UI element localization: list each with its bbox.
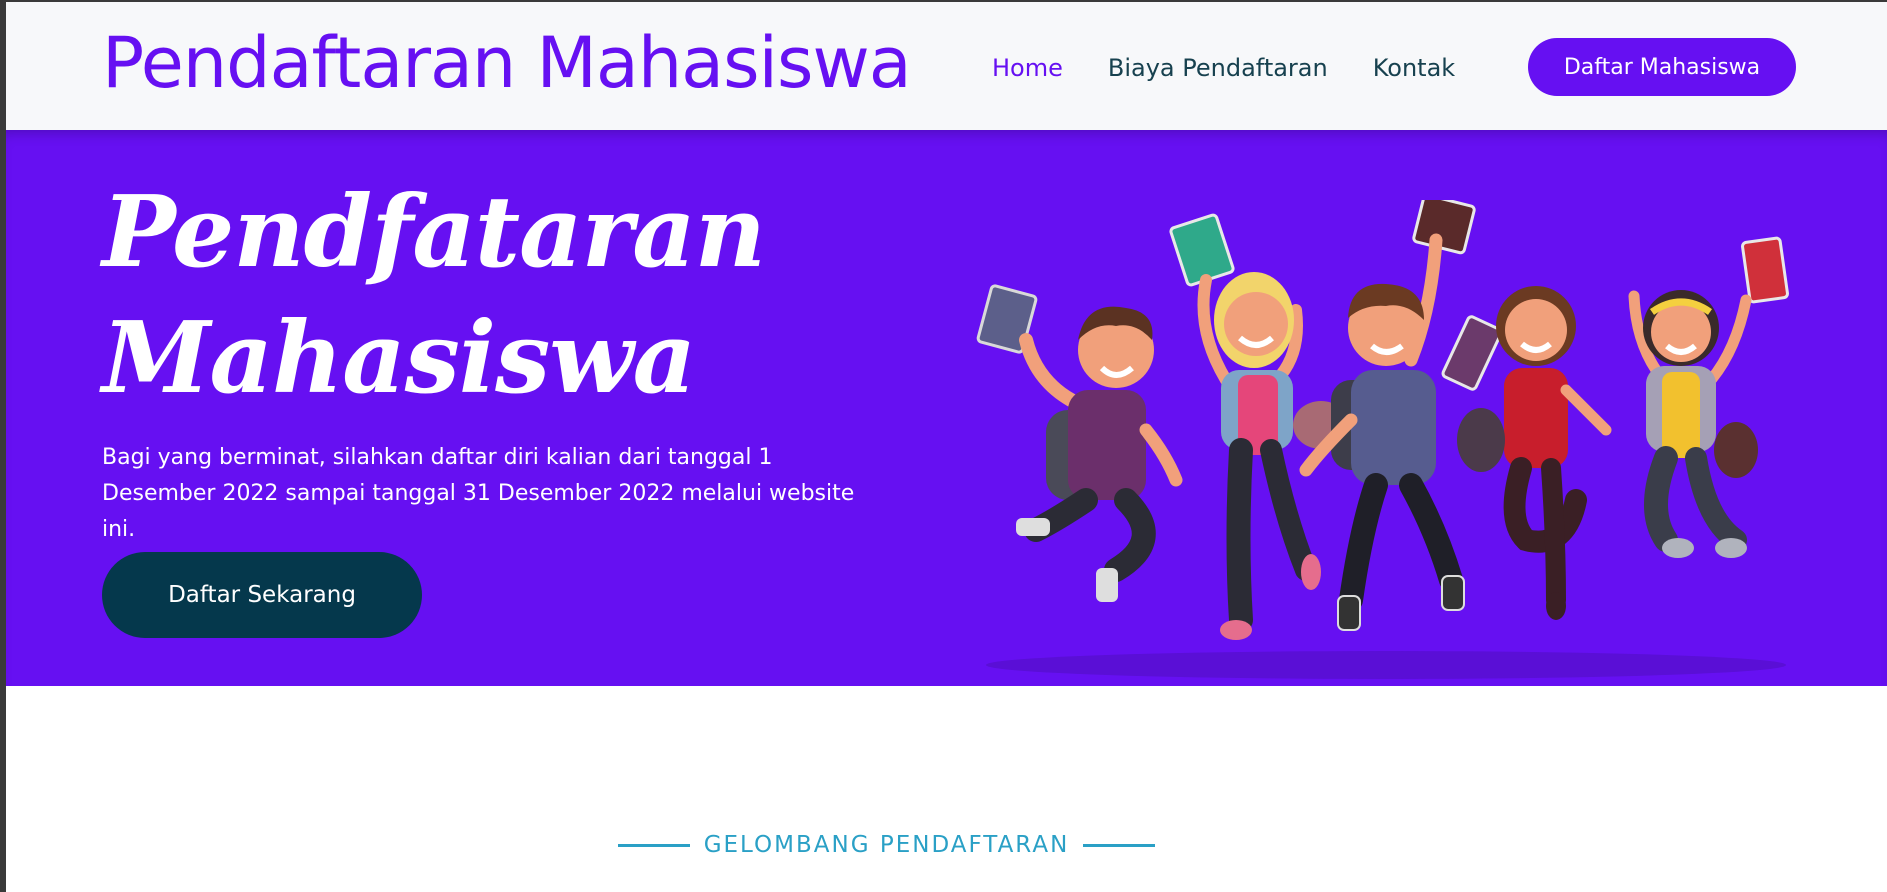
student-1-figure — [976, 284, 1183, 602]
section-heading-line-left — [617, 843, 690, 847]
browser-window: Pendaftaran Mahasiswa Home Biaya Pendaft… — [6, 2, 1887, 892]
hero-description: Bagi yang berminat, silahkan daftar diri… — [102, 445, 855, 542]
hero-section: Pendfataran Mahasiswa Bagi yang berminat… — [6, 130, 1887, 686]
hero-title-line-1: Pendfataran — [102, 175, 766, 290]
nav-link-biaya-pendaftaran[interactable]: Biaya Pendaftaran — [1108, 54, 1328, 82]
navbar: Pendaftaran Mahasiswa Home Biaya Pendaft… — [6, 2, 1887, 130]
student-5-figure — [1628, 236, 1789, 558]
section-heading: GELOMBANG PENDAFTARAN — [6, 832, 1827, 858]
nav-menu: Home Biaya Pendaftaran Kontak — [992, 54, 1500, 82]
section-heading-line-right — [1083, 843, 1156, 847]
nav-link-kontak[interactable]: Kontak — [1373, 54, 1455, 82]
nav-link-home[interactable]: Home — [992, 54, 1063, 82]
brand-logo[interactable]: Pendaftaran Mahasiswa — [102, 22, 912, 104]
student-2-figure — [1169, 213, 1349, 640]
hero-title-line-2: Mahasiswa — [102, 301, 696, 416]
jumping-students-illustration — [976, 200, 1789, 679]
section-heading-text: GELOMBANG PENDAFTARAN — [703, 832, 1070, 858]
ground-shadow — [986, 651, 1786, 679]
hero-title: Pendfataran Mahasiswa — [102, 170, 766, 422]
daftar-mahasiswa-button[interactable]: Daftar Mahasiswa — [1528, 38, 1796, 96]
daftar-sekarang-button[interactable]: Daftar Sekarang — [102, 552, 422, 638]
